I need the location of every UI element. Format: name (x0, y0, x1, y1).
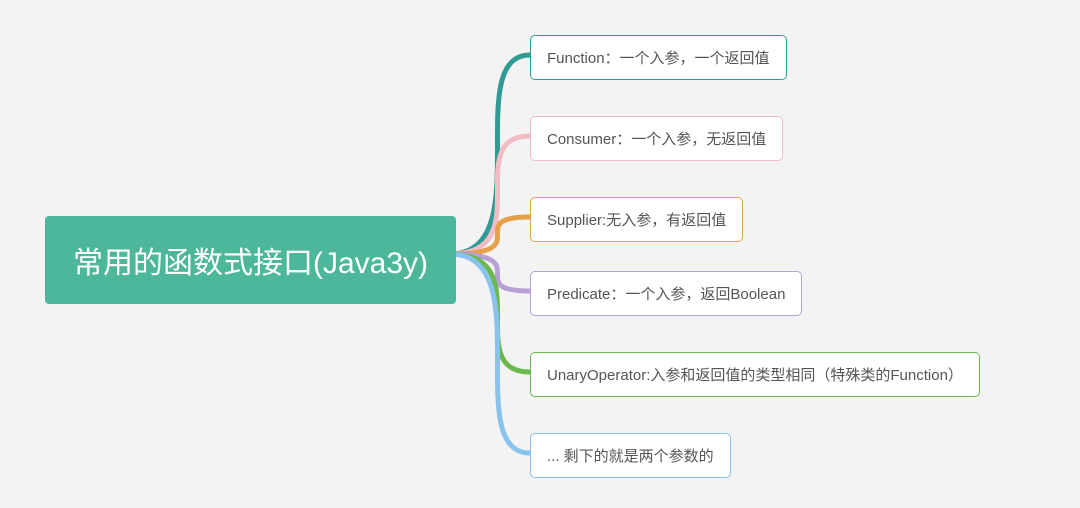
child-node-predicate[interactable]: Predicate：一个入参，返回Boolean (530, 271, 802, 316)
child-node-function[interactable]: Function：一个入参，一个返回值 (530, 35, 787, 80)
child-node-others[interactable]: ... 剩下的就是两个参数的 (530, 433, 731, 478)
child-node-consumer[interactable]: Consumer：一个入参，无返回值 (530, 116, 783, 161)
child-node-supplier[interactable]: Supplier:无入参，有返回值 (530, 197, 743, 242)
root-node[interactable]: 常用的函数式接口(Java3y) (45, 216, 456, 304)
child-node-unaryoperator[interactable]: UnaryOperator:入参和返回值的类型相同（特殊类的Function） (530, 352, 980, 397)
mindmap-canvas: 常用的函数式接口(Java3y) Function：一个入参，一个返回值 Con… (0, 0, 1080, 508)
